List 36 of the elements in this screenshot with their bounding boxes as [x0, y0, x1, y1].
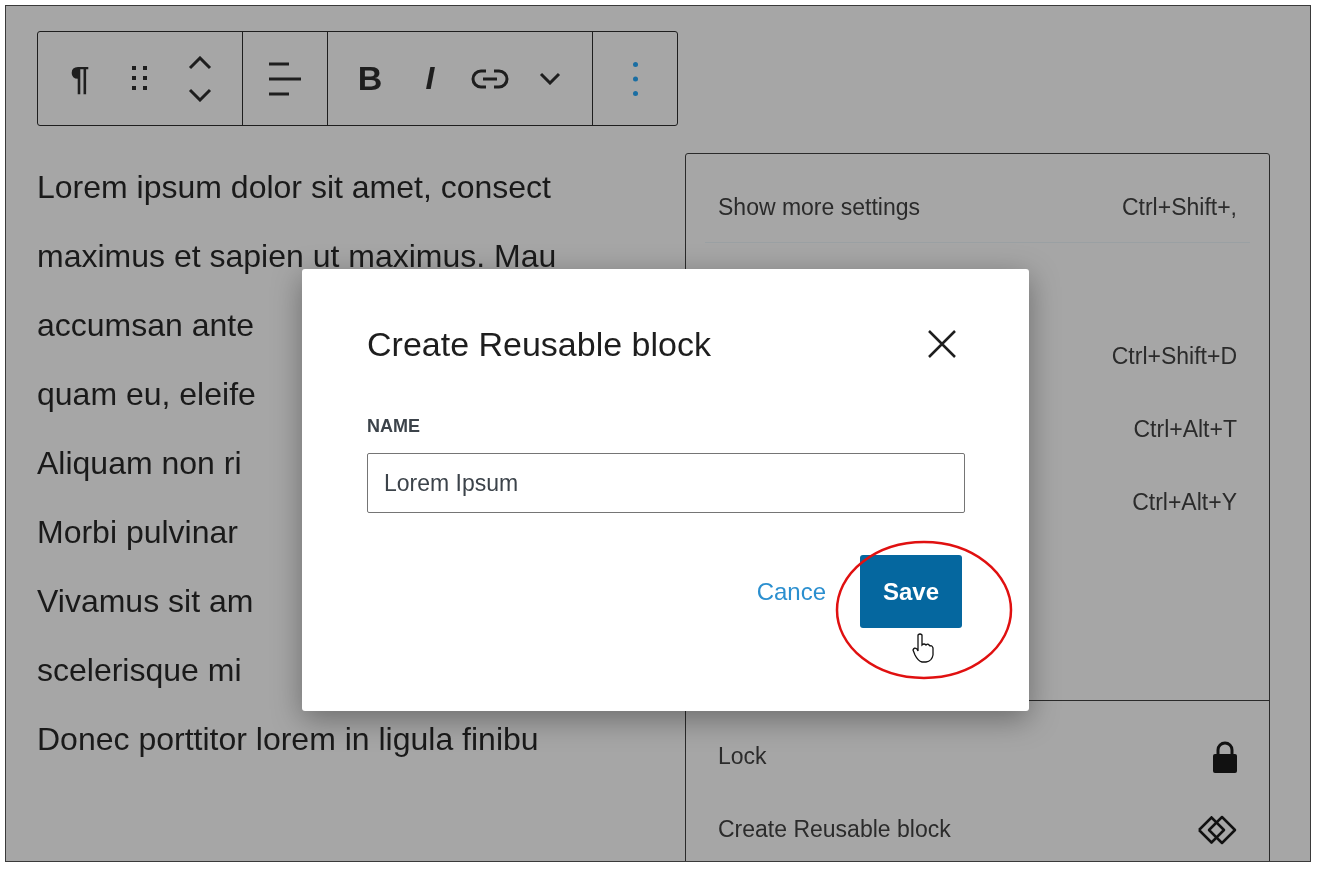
- paragraph-line: accumsan ante: [37, 306, 254, 345]
- reusable-block-icon: [1197, 814, 1237, 845]
- paragraph-line: Donec porttitor lorem in ligula finibu: [37, 720, 539, 759]
- drag-dots-icon: [132, 65, 148, 92]
- link-icon: [471, 67, 509, 90]
- paragraph-line: Lorem ipsum dolor sit amet, consect: [37, 168, 551, 207]
- menu-item[interactable]: Create Reusable block: [686, 793, 1269, 861]
- menu-item-label: Show more settings: [718, 193, 920, 221]
- lock-icon: [1213, 740, 1237, 773]
- keyboard-shortcut: Ctrl+Shift+,: [1121, 193, 1237, 221]
- paragraph-button[interactable]: ¶: [52, 48, 108, 109]
- bold-button[interactable]: B: [342, 48, 398, 109]
- dialog-title: Create Reusable block: [367, 324, 711, 364]
- paragraph-line: quam eu, eleife: [37, 375, 256, 414]
- paragraph-line: Vivamus sit am: [37, 582, 254, 621]
- paragraph-line: maximus et sapien ut maximus. Mau: [37, 237, 557, 276]
- save-button[interactable]: Save: [860, 555, 962, 628]
- close-icon: [927, 329, 957, 359]
- menu-item-label: Lock: [718, 743, 767, 770]
- keyboard-shortcut: Ctrl+Alt+T: [1133, 416, 1237, 443]
- hand-cursor-icon: [912, 633, 934, 663]
- menu-item[interactable]: Lock: [686, 720, 1269, 793]
- up-down-chevron-icon: [188, 55, 212, 102]
- field-label: NAME: [367, 416, 421, 437]
- paragraph-line: Aliquam non ri: [37, 444, 242, 483]
- align-lines-icon: [267, 61, 303, 96]
- menu-item[interactable]: Show more settings Ctrl+Shift+,: [686, 172, 1269, 242]
- cancel-link[interactable]: Cance: [756, 577, 826, 606]
- vertical-dots-icon: [632, 61, 638, 96]
- name-input-field[interactable]: Lorem Ipsum: [367, 453, 965, 513]
- keyboard-shortcut: Ctrl+Alt+Y: [1132, 489, 1237, 516]
- paragraph-line: Morbi pulvinar: [37, 513, 238, 552]
- paragraph-line: scelerisque mi: [37, 651, 242, 690]
- menu-item-label: Create Reusable block: [718, 816, 951, 843]
- italic-button[interactable]: I: [402, 48, 458, 109]
- chevron-down-icon: [539, 72, 561, 85]
